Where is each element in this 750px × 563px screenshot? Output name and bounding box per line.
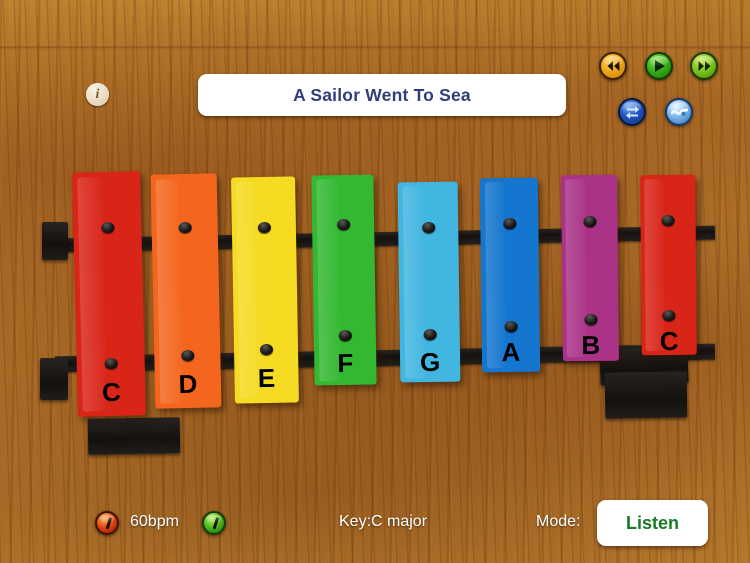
xylophone-bar-f[interactable]: F xyxy=(311,174,377,386)
bar-note-label: A xyxy=(501,336,521,368)
bar-note-label: B xyxy=(581,329,601,361)
bar-peg-bottom xyxy=(423,328,437,341)
info-button[interactable]: i xyxy=(86,83,109,106)
bar-note-label: C xyxy=(659,325,679,357)
bar-peg-bottom xyxy=(104,357,118,370)
bar-peg-top xyxy=(336,218,350,231)
info-icon: i xyxy=(95,86,100,102)
wave-icon xyxy=(670,106,688,119)
xylophone-bar-e[interactable]: E xyxy=(231,176,299,404)
song-title: A Sailor Went To Sea xyxy=(293,84,471,105)
bar-peg-top xyxy=(100,221,115,234)
bar-note-label: E xyxy=(257,362,276,394)
key-label: Key:C major xyxy=(339,513,428,530)
bar-sheen xyxy=(402,186,426,379)
song-title-bar[interactable]: A Sailor Went To Sea xyxy=(198,74,566,116)
play-icon xyxy=(653,59,666,73)
bar-peg-top xyxy=(582,215,597,228)
sound-button[interactable] xyxy=(665,98,693,126)
tempo-increase-button[interactable] xyxy=(202,511,226,535)
xylophone-bar-c-low[interactable]: C xyxy=(72,171,146,417)
bar-peg-bottom xyxy=(583,313,598,326)
bar-sheen xyxy=(236,181,262,399)
tempo-value: 60bpm xyxy=(130,513,179,530)
frame-foot-left-bottom xyxy=(40,358,68,400)
bar-peg-top xyxy=(421,221,435,234)
mode-button[interactable]: Listen xyxy=(597,500,708,546)
play-button[interactable] xyxy=(645,52,673,80)
bar-peg-top xyxy=(178,221,192,234)
bar-sheen xyxy=(484,181,507,369)
bar-peg-bottom xyxy=(662,309,676,322)
bar-sheen xyxy=(77,177,107,412)
xylophone-bar-g[interactable]: G xyxy=(397,181,461,383)
fast-forward-icon xyxy=(697,60,712,72)
bar-peg-bottom xyxy=(338,329,352,342)
bar-peg-bottom xyxy=(180,349,194,362)
bar-note-label: D xyxy=(178,368,198,400)
mode-button-label: Listen xyxy=(625,512,679,533)
knob-needle-icon xyxy=(212,516,219,530)
bar-sheen xyxy=(565,178,587,358)
bar-peg-bottom xyxy=(504,320,518,333)
bar-note-label: G xyxy=(419,346,441,378)
bar-sheen xyxy=(155,178,184,404)
bar-sheen xyxy=(316,179,341,382)
mode-label: Mode: xyxy=(536,513,581,530)
loop-icon xyxy=(624,105,641,120)
fast-forward-button[interactable] xyxy=(690,52,718,80)
rewind-icon xyxy=(606,60,621,72)
bar-peg-top xyxy=(661,214,675,227)
loop-button[interactable] xyxy=(618,98,646,126)
rewind-button[interactable] xyxy=(599,52,627,80)
bar-note-label: F xyxy=(337,347,354,379)
bar-peg-top xyxy=(257,221,271,234)
frame-foot-front-right xyxy=(604,371,688,419)
app-root: i A Sailor Went To Sea C D E F G A B C 6… xyxy=(0,0,750,563)
xylophone-bar-a[interactable]: A xyxy=(479,177,541,373)
bar-peg-bottom xyxy=(259,343,273,356)
bar-peg-top xyxy=(502,217,516,230)
bar-sheen xyxy=(644,178,665,352)
xylophone-bar-b[interactable]: B xyxy=(561,174,619,362)
bar-note-label: C xyxy=(101,376,122,408)
knob-needle-icon xyxy=(105,516,112,530)
frame-foot-left-top xyxy=(42,222,68,260)
frame-foot-front-left xyxy=(87,417,181,455)
xylophone-bar-c-high[interactable]: C xyxy=(640,174,697,357)
xylophone-bar-d[interactable]: D xyxy=(150,173,222,409)
tempo-decrease-button[interactable] xyxy=(95,511,119,535)
